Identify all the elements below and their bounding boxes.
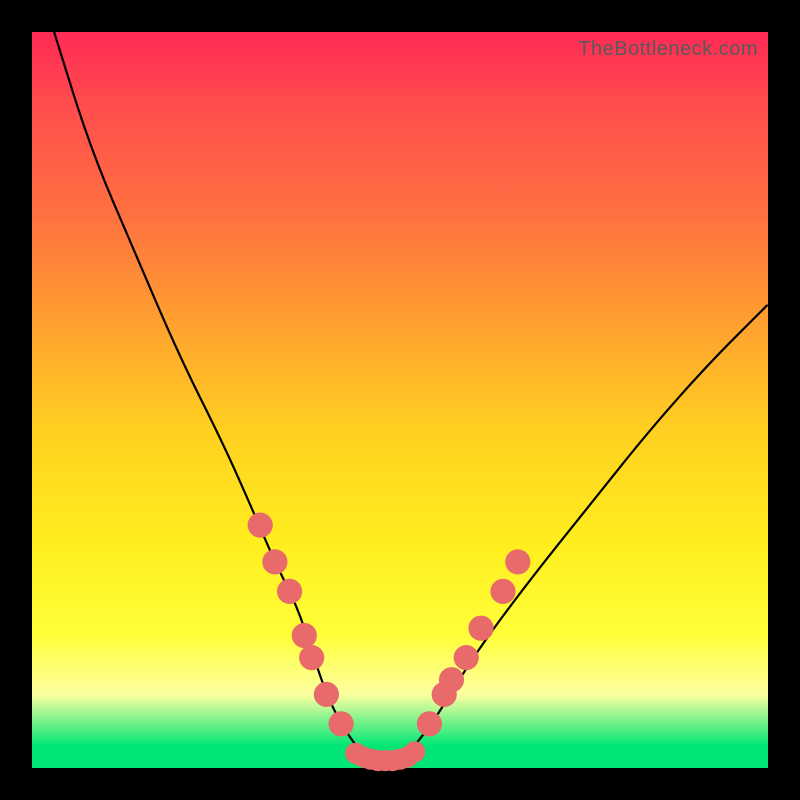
marker-group [248,513,531,772]
marker-dot [329,711,354,736]
marker-dot [439,667,464,692]
marker-dot [262,549,287,574]
chart-svg [32,32,768,768]
marker-dot [292,623,317,648]
chart-frame: TheBottleneck.com [0,0,800,800]
marker-dot [248,513,273,538]
marker-dot [454,645,479,670]
marker-dot [505,549,530,574]
marker-dot [299,645,324,670]
plot-area: TheBottleneck.com [32,32,768,768]
marker-dot [417,711,442,736]
marker-dot [314,682,339,707]
marker-dot [468,616,493,641]
marker-dot [490,579,515,604]
bottleneck-curve [54,32,768,761]
marker-dot [277,579,302,604]
marker-dot [404,741,425,762]
